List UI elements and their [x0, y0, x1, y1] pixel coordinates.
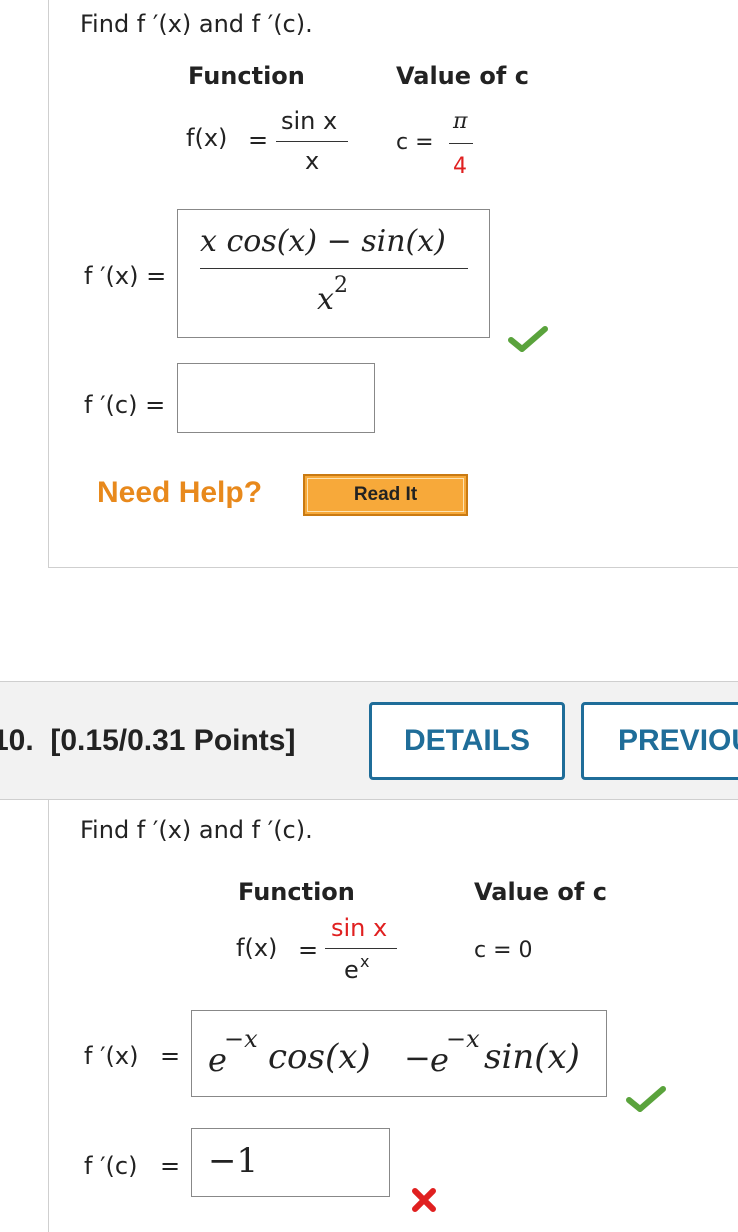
q9-c-numerator: π — [453, 109, 468, 134]
q10-left-border — [48, 800, 49, 1232]
q9-fx-numerator: sin x — [281, 107, 338, 135]
q9-value-header: Value of c — [396, 62, 529, 90]
q10-fx-fraction-bar — [325, 948, 397, 949]
q10-fprime-x-label: f ′(x) — [84, 1042, 139, 1070]
q9-prompt: Find f ′(x) and f ′(c). — [80, 10, 313, 38]
q10-ans-minus: − — [404, 1039, 431, 1077]
q10-function-header: Function — [238, 878, 355, 906]
cross-icon — [412, 1188, 436, 1212]
q9-fprime-x-fraction-bar — [200, 268, 468, 269]
q10-fx-label: f(x) — [236, 934, 278, 962]
details-button[interactable]: DETAILS — [369, 702, 565, 780]
q9-c-label: c = — [396, 130, 434, 155]
q10-fprime-c-equals: = — [160, 1152, 181, 1180]
q10-fx-numerator: sin x — [331, 914, 388, 942]
check-icon — [508, 326, 548, 352]
q9-equals: = — [248, 126, 269, 154]
q10-fprime-x-equals: = — [160, 1042, 181, 1070]
q9-fx-denominator: x — [305, 147, 320, 175]
q10-fprime-x-input[interactable]: e −x cos(x) − e −x sin(x) — [191, 1010, 607, 1097]
q10-ans-exp1: −x — [224, 1025, 258, 1053]
q9-fprime-x-numerator: x cos(x) − sin(x) — [200, 224, 446, 259]
q9-fprime-c-input[interactable] — [177, 363, 375, 433]
q9-fprime-x-label: f ′(x) = — [84, 262, 167, 290]
q9-fprime-x-den-exponent: 2 — [334, 273, 348, 298]
q9-left-border — [48, 0, 49, 568]
q9-fx-label: f(x) — [186, 124, 228, 152]
q10-fx-denominator-exp: x — [360, 952, 370, 971]
q10-prompt: Find f ′(x) and f ′(c). — [80, 816, 313, 844]
q10-c-value: c = 0 — [474, 938, 533, 963]
q10-ans-sin: sin(x) — [484, 1037, 580, 1077]
q10-header-title: 10. [0.15/0.31 Points] — [0, 724, 296, 757]
q9-function-header: Function — [188, 62, 305, 90]
q9-bottom-border — [48, 567, 738, 568]
q10-header-bottom-border — [0, 799, 738, 800]
q10-fx-denominator: e — [344, 956, 359, 984]
q10-fprime-c-label: f ′(c) — [84, 1152, 138, 1180]
previous-button[interactable]: PREVIOU — [581, 702, 738, 780]
q10-ans-cos: cos(x) — [268, 1037, 371, 1077]
q10-equals: = — [298, 936, 319, 964]
q9-fprime-x-denominator: x — [317, 282, 334, 317]
q10-value-header: Value of c — [474, 878, 607, 906]
q9-need-help: Need Help? — [97, 476, 263, 509]
check-icon — [626, 1086, 666, 1112]
q9-fprime-c-label: f ′(c) = — [84, 391, 166, 419]
q9-c-denominator: 4 — [453, 154, 467, 179]
q9-fprime-x-input[interactable]: x cos(x) − sin(x) x 2 — [177, 209, 490, 338]
q10-header-top-border — [0, 681, 738, 682]
q9-fx-fraction-bar — [276, 141, 348, 142]
q9-c-fraction-bar — [449, 143, 473, 144]
q10-fprime-c-value: −1 — [208, 1141, 259, 1181]
q10-fprime-c-input[interactable]: −1 — [191, 1128, 390, 1197]
read-it-button[interactable]: Read It — [303, 474, 468, 516]
q10-ans-exp2: −x — [446, 1025, 480, 1053]
